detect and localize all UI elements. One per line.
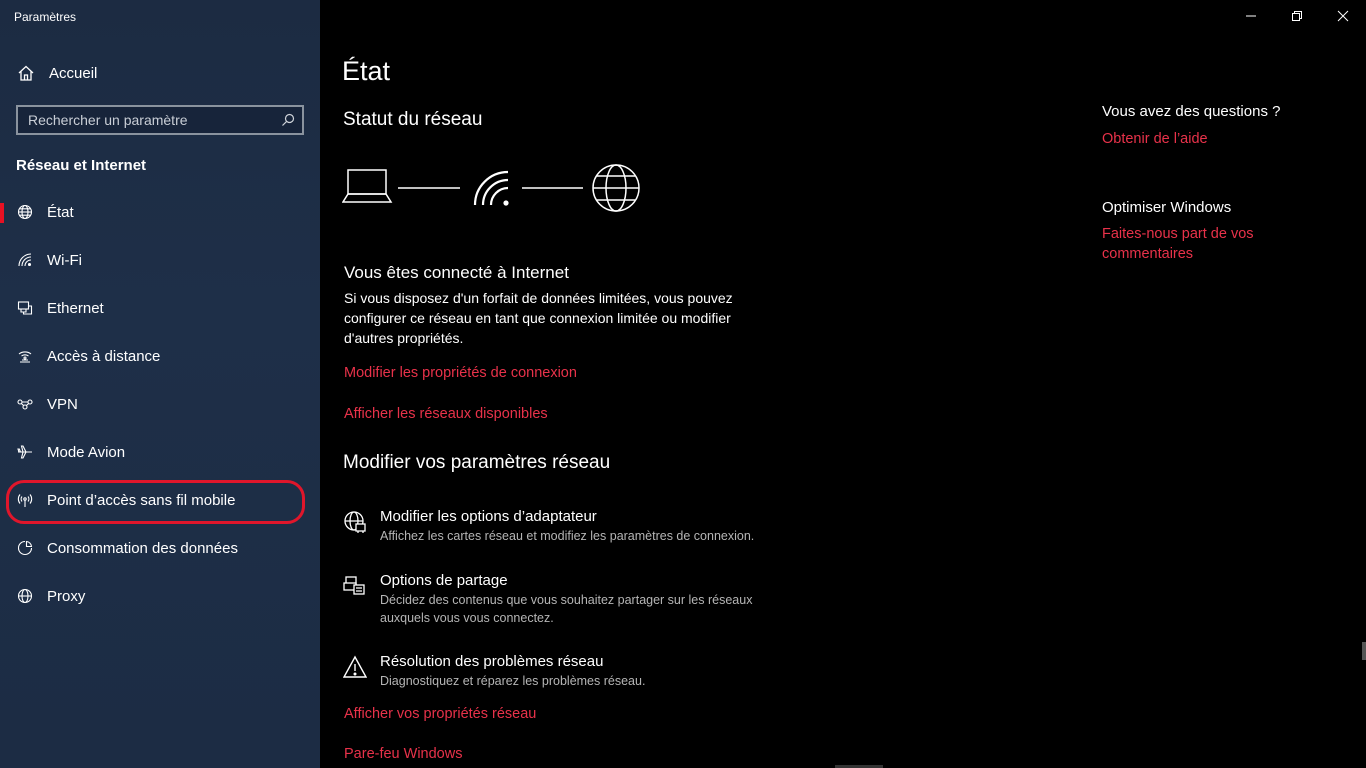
sidebar-item-label: Proxy [47, 587, 86, 605]
sidebar-item-vpn[interactable]: VPN [0, 380, 320, 428]
feedback-link[interactable]: Faites-nous part de vos commentaires [1102, 224, 1254, 264]
network-status-diagram [342, 164, 640, 212]
sidebar-item-proxy[interactable]: Proxy [0, 572, 320, 620]
setting-desc: Décidez des contenus que vous souhaitez … [380, 593, 753, 625]
close-icon [1337, 10, 1349, 22]
sidebar-item-etat[interactable]: État [0, 188, 320, 236]
data-usage-icon [16, 540, 34, 556]
optimize-section: Optimiser Windows Faites-nous part de vo… [1102, 199, 1254, 264]
minimize-button[interactable] [1228, 0, 1274, 32]
home-label: Accueil [49, 64, 98, 82]
network-troubleshoot-item[interactable]: Résolution des problèmes réseau Diagnost… [342, 653, 780, 690]
search-icon[interactable] [274, 113, 302, 127]
adapter-options-item[interactable]: Modifier les options d’adaptateur Affich… [342, 508, 780, 545]
setting-title: Options de partage [380, 572, 508, 589]
setting-desc: Affichez les cartes réseau et modifiez l… [380, 529, 755, 543]
show-available-networks-link[interactable]: Afficher les réseaux disponibles [344, 406, 548, 422]
setting-desc: Diagnostiquez et réparez les problèmes r… [380, 674, 646, 688]
sidebar-item-label: État [47, 203, 74, 221]
page-title: État [342, 56, 391, 86]
setting-title: Modifier les options d’adaptateur [380, 508, 597, 525]
close-button[interactable] [1320, 0, 1366, 32]
network-status-heading: Statut du réseau [343, 109, 483, 130]
feedback-link-line1: Faites-nous part de vos [1102, 226, 1254, 242]
search-box [16, 105, 304, 135]
sidebar-item-label: Mode Avion [47, 443, 126, 461]
section-title: Réseau et Internet [16, 157, 147, 174]
minimize-icon [1246, 15, 1256, 17]
airplane-icon [16, 444, 34, 460]
sidebar-item-acces-distance[interactable]: Accès à distance [0, 332, 320, 380]
ethernet-icon [16, 300, 34, 316]
windows-firewall-link[interactable]: Pare-feu Windows [344, 746, 462, 762]
home-button[interactable]: Accueil [0, 56, 320, 90]
sidebar-item-label: Consommation des données [47, 539, 238, 557]
connection-status-title: Vous êtes connecté à Internet [344, 263, 569, 282]
home-icon [16, 64, 36, 82]
setting-title: Résolution des problèmes réseau [380, 653, 604, 670]
window-controls [1228, 0, 1366, 32]
restore-icon [1292, 11, 1302, 21]
warning-icon [342, 655, 368, 690]
laptop-icon [342, 169, 393, 203]
sidebar-item-label: Accès à distance [47, 347, 161, 365]
sidebar-item-label: Ethernet [47, 299, 104, 317]
wifi-signal-icon [473, 170, 509, 206]
sidebar-item-wifi[interactable]: Wi-Fi [0, 236, 320, 284]
change-connection-properties-link[interactable]: Modifier les propriétés de connexion [344, 365, 577, 381]
sidebar-nav: État Wi-Fi Ethernet Accès à distance VPN… [0, 188, 320, 620]
search-input[interactable] [18, 107, 274, 133]
vpn-icon [16, 396, 34, 412]
optimize-heading: Optimiser Windows [1102, 199, 1232, 216]
modify-network-settings-heading: Modifier vos paramètres réseau [343, 452, 611, 473]
wifi-icon [16, 252, 34, 268]
sidebar-item-consommation-donnees[interactable]: Consommation des données [0, 524, 320, 572]
network-properties-link[interactable]: Afficher vos propriétés réseau [344, 706, 536, 722]
questions-heading: Vous avez des questions ? [1102, 103, 1281, 120]
internet-globe-icon [592, 164, 640, 212]
dialup-icon [16, 348, 34, 364]
restore-button[interactable] [1274, 0, 1320, 32]
sidebar-item-ethernet[interactable]: Ethernet [0, 284, 320, 332]
feedback-link-line2: commentaires [1102, 246, 1194, 262]
sharing-icon [342, 574, 368, 627]
sidebar-item-label: Wi-Fi [47, 251, 82, 269]
app-title: Paramètres [14, 10, 77, 24]
help-section: Vous avez des questions ? Obtenir de l’a… [1102, 103, 1280, 149]
sidebar-item-mode-avion[interactable]: Mode Avion [0, 428, 320, 476]
hotspot-icon [16, 492, 34, 508]
globe-icon [16, 588, 34, 604]
sidebar-item-label: Point d’accès sans fil mobile [47, 491, 236, 509]
sidebar-item-point-acces-mobile[interactable]: Point d’accès sans fil mobile [0, 476, 320, 524]
sharing-options-item[interactable]: Options de partage Décidez des contenus … [342, 572, 780, 627]
sidebar: Paramètres Accueil Réseau et Internet Ét… [0, 0, 320, 768]
globe-icon [16, 204, 34, 220]
connection-status-desc: Si vous disposez d'un forfait de données… [344, 290, 733, 346]
sidebar-item-label: VPN [47, 395, 78, 413]
scrollbar[interactable] [1362, 642, 1366, 660]
get-help-link[interactable]: Obtenir de l’aide [1102, 129, 1280, 149]
adapter-icon [342, 510, 368, 545]
